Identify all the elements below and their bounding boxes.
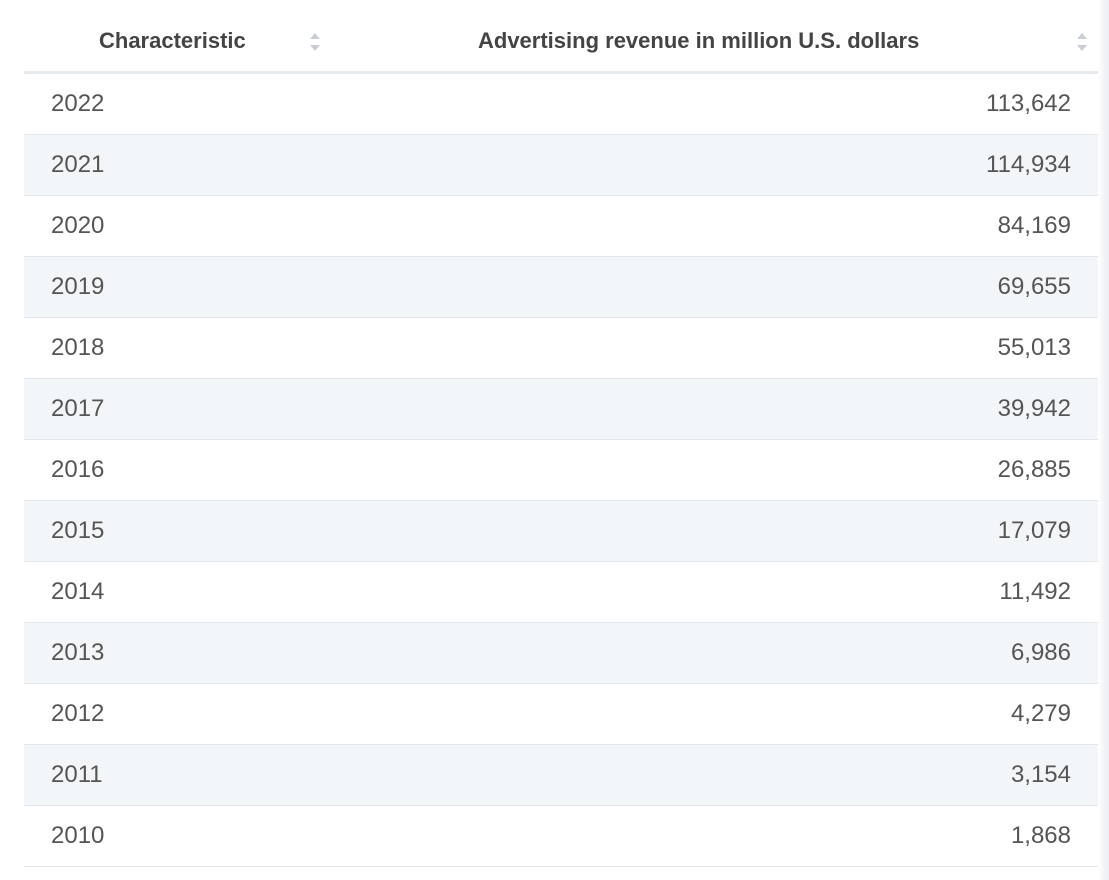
cell-revenue: 39,942 xyxy=(997,395,1071,422)
cell-year: 2018 xyxy=(51,334,105,361)
table-row: 2019 69,655 xyxy=(24,257,1098,318)
cell-revenue: 4,279 xyxy=(1010,700,1071,727)
table-row: 2011 3,154 xyxy=(24,745,1098,806)
cell-year: 2020 xyxy=(51,212,105,239)
table-header: Characteristic Advertising revenue in mi… xyxy=(24,0,1098,74)
cell-revenue: 1,868 xyxy=(1010,822,1071,849)
cell-year: 2013 xyxy=(51,639,105,666)
cell-revenue: 11,492 xyxy=(999,578,1071,605)
cell-revenue: 114,934 xyxy=(986,151,1071,178)
cell-year: 2014 xyxy=(51,578,105,605)
table-row: 2012 4,279 xyxy=(24,684,1098,745)
table-row: 2022 113,642 xyxy=(24,74,1098,135)
table-row: 2010 1,868 xyxy=(24,806,1098,867)
cell-revenue: 26,885 xyxy=(997,456,1071,483)
table-row: 2017 39,942 xyxy=(24,379,1098,440)
table-body: 2022 113,642 2021 114,934 2020 84,169 2019 69,6… xyxy=(24,74,1098,867)
column-header-revenue[interactable]: Advertising revenue in million U.S. doll… xyxy=(329,0,1098,71)
cell-revenue: 17,079 xyxy=(997,517,1071,544)
cell-year: 2017 xyxy=(51,395,105,422)
cell-year: 2019 xyxy=(51,273,105,300)
cell-year: 2012 xyxy=(51,700,105,727)
cell-year: 2022 xyxy=(51,90,105,117)
table-row: 2020 84,169 xyxy=(24,196,1098,257)
table-row: 2015 17,079 xyxy=(24,501,1098,562)
cell-revenue: 55,013 xyxy=(997,334,1071,361)
cell-year: 2016 xyxy=(51,456,105,483)
sort-icon[interactable] xyxy=(1076,31,1088,53)
cell-year: 2011 xyxy=(51,761,103,788)
table-row: 2018 55,013 xyxy=(24,318,1098,379)
cell-revenue: 3,154 xyxy=(1010,761,1071,788)
scroll-shadow xyxy=(1098,0,1109,880)
cell-year: 2021 xyxy=(51,151,105,178)
table-row: 2013 6,986 xyxy=(24,623,1098,684)
cell-year: 2015 xyxy=(51,517,105,544)
table-row: 2021 114,934 xyxy=(24,135,1098,196)
column-header-label: Characteristic xyxy=(99,28,246,53)
data-table: Characteristic Advertising revenue in mi… xyxy=(24,0,1098,867)
table-row: 2014 11,492 xyxy=(24,562,1098,623)
cell-revenue: 113,642 xyxy=(986,90,1071,117)
cell-revenue: 69,655 xyxy=(997,273,1071,300)
column-header-label: Advertising revenue in million U.S. doll… xyxy=(478,28,920,53)
column-header-characteristic[interactable]: Characteristic xyxy=(24,0,329,71)
sort-icon[interactable] xyxy=(309,31,321,53)
cell-year: 2010 xyxy=(51,822,105,849)
cell-revenue: 84,169 xyxy=(997,212,1071,239)
table-row: 2016 26,885 xyxy=(24,440,1098,501)
cell-revenue: 6,986 xyxy=(1010,639,1071,666)
